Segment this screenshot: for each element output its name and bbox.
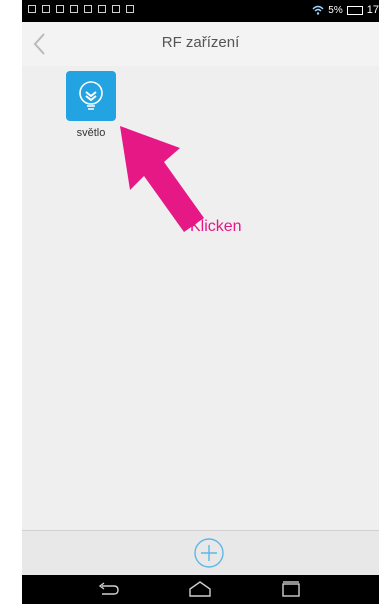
notification-icon <box>84 5 92 13</box>
app-header: RF zařízení <box>22 22 379 67</box>
arrow-annotation-icon <box>120 126 204 232</box>
back-icon[interactable] <box>96 580 122 598</box>
notification-icon <box>42 5 50 13</box>
click-annotation: Klicken <box>190 218 242 235</box>
device-tile[interactable] <box>66 71 116 121</box>
page-title: RF zařízení <box>161 34 240 51</box>
wifi-icon <box>312 5 324 15</box>
plus-circle-icon[interactable] <box>193 537 225 569</box>
notification-icon <box>56 5 64 13</box>
battery-percent: 5% <box>328 4 343 16</box>
device-list: světlo Klicken <box>22 66 379 530</box>
notification-icon <box>98 5 106 13</box>
home-icon[interactable] <box>187 580 213 598</box>
status-bar: 5% 17 <box>22 0 379 22</box>
notification-icon <box>112 5 120 13</box>
status-notification-icons <box>28 5 134 13</box>
bottom-toolbar <box>22 530 379 576</box>
notification-icon <box>70 5 78 13</box>
status-system-icons: 5% 17 <box>312 4 379 16</box>
notification-icon <box>28 5 36 13</box>
clock: 17 <box>366 4 379 16</box>
notification-icon <box>126 5 134 13</box>
device-item-svetlo[interactable]: světlo <box>64 71 118 149</box>
device-label: světlo <box>76 127 106 139</box>
phone-screen: 5% 17 RF zařízení světlo Klicken <box>22 0 379 604</box>
bulb-icon <box>79 81 103 110</box>
system-navigation-bar <box>22 575 379 604</box>
recent-apps-icon[interactable] <box>278 580 304 598</box>
battery-icon <box>346 5 363 15</box>
